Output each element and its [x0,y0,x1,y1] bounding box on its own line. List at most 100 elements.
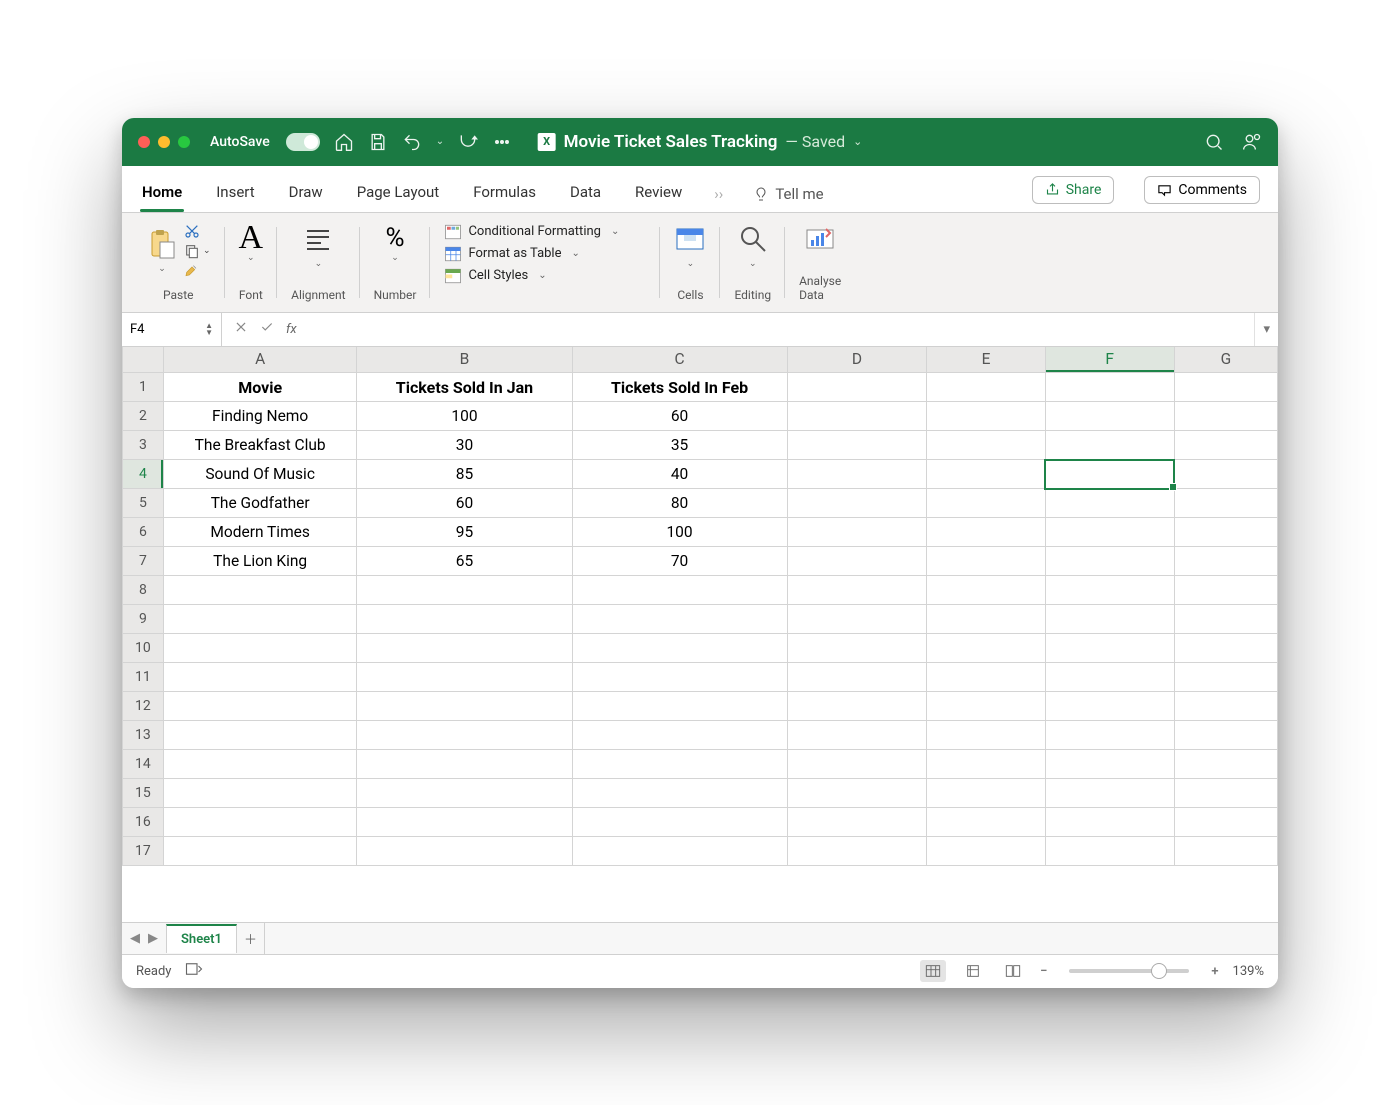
cell-G6[interactable] [1174,518,1277,547]
cell-E7[interactable] [927,547,1045,576]
cell-F2[interactable] [1045,402,1174,431]
cell-A16[interactable] [163,808,357,837]
cell-D15[interactable] [787,779,927,808]
cell-C6[interactable]: 100 [572,518,787,547]
row-header-16[interactable]: 16 [123,808,164,837]
cell-C17[interactable] [572,837,787,866]
cell-B12[interactable] [357,692,572,721]
row-header-9[interactable]: 9 [123,605,164,634]
redo-icon[interactable] [458,132,478,152]
share-button[interactable]: Share [1032,176,1115,204]
cell-D8[interactable] [787,576,927,605]
tab-page-layout[interactable]: Page Layout [355,177,442,211]
cell-D1[interactable] [787,373,927,402]
more-tabs-icon[interactable]: ›› [714,185,723,203]
cell-B11[interactable] [357,663,572,692]
close-window-button[interactable] [138,136,150,148]
cell-A11[interactable] [163,663,357,692]
tab-home[interactable]: Home [140,177,184,211]
save-icon[interactable] [368,132,388,152]
row-header-14[interactable]: 14 [123,750,164,779]
sheet-tab-sheet1[interactable]: Sheet1 [166,924,237,953]
cell-F6[interactable] [1045,518,1174,547]
cell-B13[interactable] [357,721,572,750]
cell-E4[interactable] [927,460,1045,489]
cell-G4[interactable] [1174,460,1277,489]
cell-E5[interactable] [927,489,1045,518]
cell-C10[interactable] [572,634,787,663]
col-header-G[interactable]: G [1174,347,1277,373]
cell-E3[interactable] [927,431,1045,460]
cell-E6[interactable] [927,518,1045,547]
add-sheet-button[interactable]: ＋ [237,923,265,954]
cell-G11[interactable] [1174,663,1277,692]
zoom-out-button[interactable]: − [1040,964,1047,979]
cell-B15[interactable] [357,779,572,808]
number-button[interactable]: %⌄ [385,223,404,263]
col-header-F[interactable]: F [1045,347,1174,373]
cell-D4[interactable] [787,460,927,489]
editing-button[interactable]: ⌄ [737,223,769,269]
next-sheet-button[interactable]: ▶ [148,931,158,946]
cell-D17[interactable] [787,837,927,866]
cell-B16[interactable] [357,808,572,837]
cell-A2[interactable]: Finding Nemo [163,402,357,431]
cell-A10[interactable] [163,634,357,663]
cell-B4[interactable]: 85 [357,460,572,489]
cell-C11[interactable] [572,663,787,692]
cell-B2[interactable]: 100 [357,402,572,431]
cell-G15[interactable] [1174,779,1277,808]
col-header-B[interactable]: B [357,347,572,373]
cell-D9[interactable] [787,605,927,634]
format-as-table-button[interactable]: Format as Table⌄ [444,245,619,263]
cell-F13[interactable] [1045,721,1174,750]
font-button[interactable]: A⌄ [239,223,264,263]
cell-E2[interactable] [927,402,1045,431]
cell-A1[interactable]: Movie [163,373,357,402]
cell-F10[interactable] [1045,634,1174,663]
cell-F12[interactable] [1045,692,1174,721]
tab-formulas[interactable]: Formulas [471,177,538,211]
cell-G2[interactable] [1174,402,1277,431]
autosave-toggle[interactable] [286,133,320,151]
name-box[interactable]: F4 ▲▼ [122,313,222,346]
alignment-button[interactable]: ⌄ [302,223,334,269]
cell-C8[interactable] [572,576,787,605]
cell-D5[interactable] [787,489,927,518]
cell-B5[interactable]: 60 [357,489,572,518]
tab-draw[interactable]: Draw [287,177,325,211]
cancel-formula-icon[interactable] [234,320,248,338]
cell-F8[interactable] [1045,576,1174,605]
fx-icon[interactable]: fx [286,322,297,337]
row-header-15[interactable]: 15 [123,779,164,808]
cell-F5[interactable] [1045,489,1174,518]
col-header-A[interactable]: A [163,347,357,373]
cell-B7[interactable]: 65 [357,547,572,576]
cell-F9[interactable] [1045,605,1174,634]
cell-G17[interactable] [1174,837,1277,866]
cut-button[interactable] [184,223,211,239]
prev-sheet-button[interactable]: ◀ [130,931,140,946]
comments-button[interactable]: Comments [1144,176,1260,204]
cell-grid[interactable]: ABCDEFG1MovieTickets Sold In JanTickets … [122,347,1278,867]
cell-B3[interactable]: 30 [357,431,572,460]
row-header-4[interactable]: 4 [123,460,164,489]
cell-A7[interactable]: The Lion King [163,547,357,576]
cell-C7[interactable]: 70 [572,547,787,576]
row-header-12[interactable]: 12 [123,692,164,721]
cell-F7[interactable] [1045,547,1174,576]
cell-C16[interactable] [572,808,787,837]
cell-F3[interactable] [1045,431,1174,460]
tab-insert[interactable]: Insert [214,177,256,211]
col-header-E[interactable]: E [927,347,1045,373]
cell-B10[interactable] [357,634,572,663]
expand-formula-bar[interactable]: ▾ [1254,313,1278,346]
cell-G7[interactable] [1174,547,1277,576]
view-page-layout-button[interactable] [960,960,986,982]
cell-D7[interactable] [787,547,927,576]
row-header-17[interactable]: 17 [123,837,164,866]
cell-F17[interactable] [1045,837,1174,866]
copy-button[interactable]: ⌄ [184,243,211,259]
cell-C9[interactable] [572,605,787,634]
cell-A3[interactable]: The Breakfast Club [163,431,357,460]
